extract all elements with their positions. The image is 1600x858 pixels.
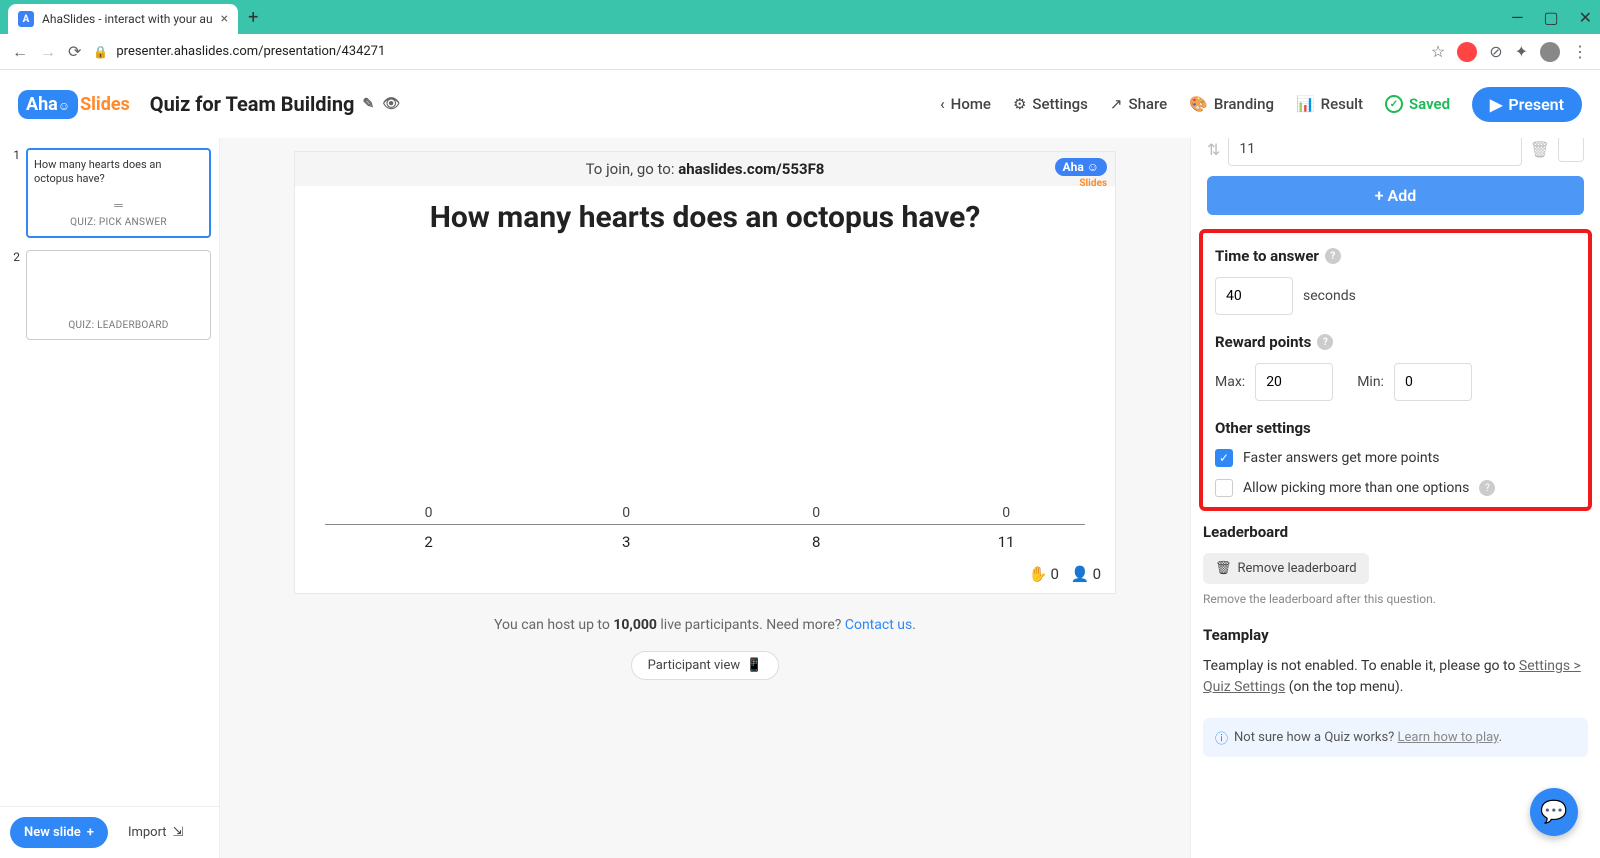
close-window-icon[interactable]: ✕: [1579, 8, 1592, 27]
slide-canvas: To join, go to: ahaslides.com/553F8 Aha …: [295, 152, 1115, 593]
minimize-icon[interactable]: —: [1511, 8, 1524, 27]
palette-icon: 🎨: [1189, 95, 1208, 113]
share-link[interactable]: ↗Share: [1110, 95, 1167, 113]
address-bar: ← → ⟳ 🔒 presenter.ahaslides.com/presenta…: [0, 34, 1600, 70]
info-box: ⓘ Not sure how a Quiz works? Learn how t…: [1203, 718, 1588, 757]
import-button[interactable]: Import⇲: [118, 817, 194, 848]
add-option-button[interactable]: + Add: [1207, 176, 1584, 215]
logo[interactable]: Aha☺ Slides: [18, 90, 130, 119]
teamplay-text: Teamplay is not enabled. To enable it, p…: [1203, 656, 1588, 698]
home-link[interactable]: ‹Home: [940, 95, 991, 113]
option-row: ⇅ 🗑: [1203, 138, 1588, 166]
app-header: Aha☺ Slides Quiz for Team Building ✎ 👁 ‹…: [0, 70, 1600, 138]
time-to-answer-title: Time to answer?: [1215, 247, 1576, 265]
host-note: You can host up to 10,000 live participa…: [494, 617, 916, 633]
join-code: ahaslides.com/553F8: [678, 160, 824, 178]
new-tab-button[interactable]: +: [248, 7, 258, 28]
max-points-input[interactable]: [1255, 363, 1333, 401]
new-slide-button[interactable]: New slide+: [10, 817, 108, 848]
logo-text-a: Aha: [26, 94, 58, 115]
result-link[interactable]: 📊Result: [1296, 95, 1363, 113]
back-icon[interactable]: ←: [12, 42, 28, 62]
puzzle-icon[interactable]: ✦: [1515, 42, 1528, 61]
correct-checkbox[interactable]: [1558, 138, 1584, 162]
phone-icon: 📱: [746, 658, 762, 673]
slide-thumb-1[interactable]: 1 How many hearts does an octopus have? …: [8, 148, 211, 238]
hand-icon: ✋: [1029, 565, 1048, 583]
title-text: Quiz for Team Building: [150, 92, 355, 116]
lock-icon: 🔒: [93, 45, 108, 59]
branding-link[interactable]: 🎨Branding: [1189, 95, 1274, 113]
url-text: presenter.ahaslides.com/presentation/434…: [116, 44, 385, 59]
option-input[interactable]: [1228, 138, 1521, 166]
saved-status: ✓Saved: [1385, 95, 1450, 113]
question-text[interactable]: How many hearts does an octopus have?: [295, 186, 1115, 235]
presentation-title: Quiz for Team Building ✎ 👁: [150, 92, 400, 116]
contact-link[interactable]: Contact us: [845, 617, 912, 633]
close-tab-icon[interactable]: ×: [221, 11, 228, 27]
extension-icon[interactable]: [1457, 42, 1477, 62]
join-bar: To join, go to: ahaslides.com/553F8 Aha …: [295, 152, 1115, 186]
plus-icon: +: [1375, 186, 1388, 205]
check-icon: ✓: [1385, 95, 1403, 113]
menu-icon[interactable]: ⋮: [1572, 42, 1588, 61]
faster-answers-checkbox[interactable]: ✓: [1215, 449, 1233, 467]
min-points-input[interactable]: [1394, 363, 1472, 401]
settings-link[interactable]: ⚙Settings: [1013, 95, 1088, 113]
star-icon[interactable]: ☆: [1431, 42, 1445, 61]
trash-icon: 🗑: [1215, 561, 1232, 576]
people-count: 👤0: [1071, 565, 1101, 583]
preview-icon[interactable]: 👁: [382, 96, 400, 112]
other-settings-title: Other settings: [1215, 419, 1576, 437]
forward-icon[interactable]: →: [40, 42, 56, 62]
import-icon: ⇲: [173, 825, 184, 840]
reward-points-title: Reward points?: [1215, 333, 1576, 351]
chart-icon: 📊: [1296, 95, 1315, 113]
canvas-area: To join, go to: ahaslides.com/553F8 Aha …: [220, 138, 1190, 858]
share-icon: ↗: [1110, 95, 1123, 113]
remove-leaderboard-hint: Remove the leaderboard after this questi…: [1203, 592, 1588, 606]
learn-link[interactable]: Learn how to play: [1398, 730, 1499, 745]
url-field[interactable]: 🔒 presenter.ahaslides.com/presentation/4…: [93, 44, 1418, 59]
settings-panel: ⇅ 🗑 + Add Time to answer? seconds Reward…: [1190, 138, 1600, 858]
teamplay-title: Teamplay: [1203, 626, 1588, 644]
block-icon[interactable]: ⊘: [1489, 42, 1502, 61]
help-icon[interactable]: ?: [1325, 248, 1341, 264]
answer-chart: 02 03 08 011: [325, 255, 1085, 555]
gear-icon: ⚙: [1013, 95, 1026, 113]
browser-tab-strip: A AhaSlides - interact with your au × + …: [0, 0, 1600, 34]
participant-view-button[interactable]: Participant view📱: [631, 651, 780, 680]
allow-multiple-checkbox[interactable]: [1215, 479, 1233, 497]
remove-leaderboard-button[interactable]: 🗑Remove leaderboard: [1203, 553, 1369, 584]
highlighted-settings: Time to answer? seconds Reward points? M…: [1199, 229, 1592, 511]
time-input[interactable]: [1215, 277, 1293, 315]
tab-title: AhaSlides - interact with your au: [42, 12, 213, 26]
browser-tab[interactable]: A AhaSlides - interact with your au ×: [8, 4, 238, 34]
present-button[interactable]: ▶Present: [1472, 87, 1582, 122]
help-icon[interactable]: ?: [1317, 334, 1333, 350]
reload-icon[interactable]: ⟳: [68, 42, 81, 61]
maximize-icon[interactable]: ▢: [1543, 8, 1558, 27]
person-icon: 👤: [1071, 565, 1090, 583]
leaderboard-title: Leaderboard: [1203, 523, 1588, 541]
edit-title-icon[interactable]: ✎: [362, 96, 374, 112]
help-icon[interactable]: ?: [1479, 480, 1495, 496]
slide-list: 1 How many hearts does an octopus have? …: [0, 138, 220, 858]
info-icon: ⓘ: [1215, 728, 1228, 747]
chevron-left-icon: ‹: [940, 95, 945, 113]
delete-option-icon[interactable]: 🗑: [1530, 140, 1550, 159]
hands-count: ✋0: [1029, 565, 1059, 583]
list-icon: ═: [114, 198, 123, 212]
favicon: A: [18, 11, 34, 27]
drag-handle-icon[interactable]: ⇅: [1207, 140, 1220, 159]
avatar-icon[interactable]: [1540, 42, 1560, 62]
play-icon: ▶: [1490, 95, 1502, 114]
logo-text-b: Slides: [80, 94, 130, 115]
chat-icon: 💬: [1540, 800, 1567, 825]
chat-fab[interactable]: 💬: [1530, 788, 1578, 836]
plus-icon: +: [87, 825, 94, 840]
slide-thumb-2[interactable]: 2 QUIZ: LEADERBOARD: [8, 250, 211, 340]
canvas-logo: Aha ☺: [1055, 158, 1107, 176]
